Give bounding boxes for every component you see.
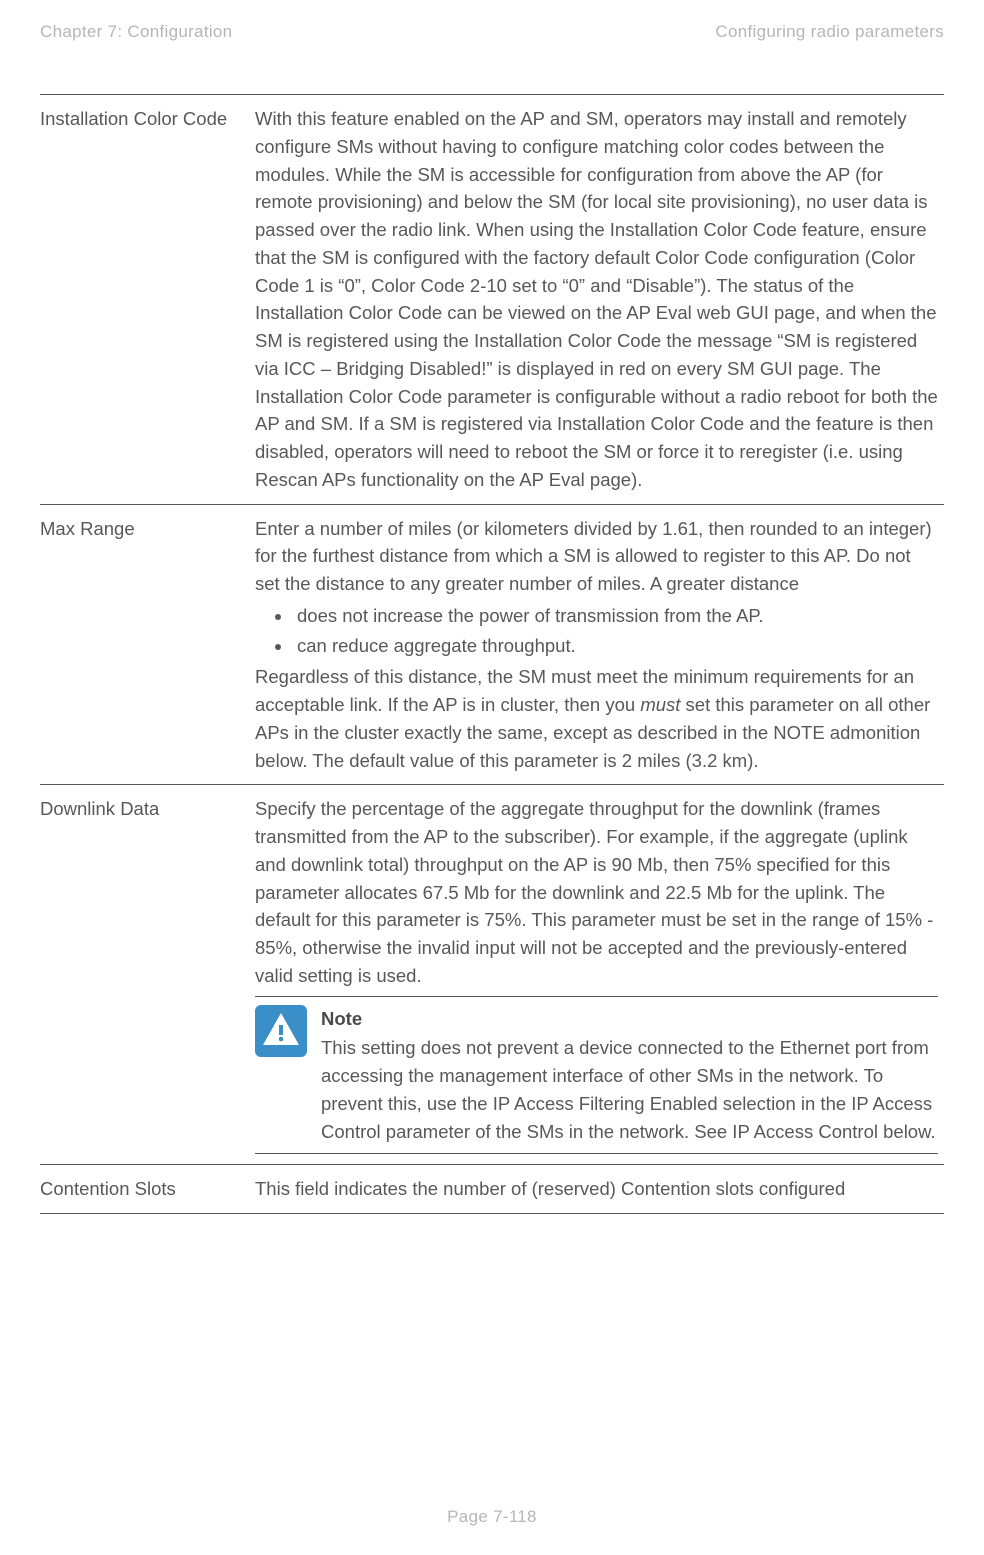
desc-installation-color-code: With this feature enabled on the AP and … [255,95,944,505]
desc-max-range: Enter a number of miles (or kilometers d… [255,504,944,785]
label-downlink-data: Downlink Data [40,785,255,1165]
max-range-bullets: does not increase the power of transmiss… [293,602,938,660]
desc-contention-slots: This field indicates the number of (rese… [255,1165,944,1214]
downlink-text: Specify the percentage of the aggregate … [255,795,938,989]
note-text: This setting does not prevent a device c… [321,1034,938,1145]
note-body: Note This setting does not prevent a dev… [321,1005,938,1146]
bullet-item: can reduce aggregate throughput. [293,632,938,660]
row-contention-slots: Contention Slots This field indicates th… [40,1165,944,1214]
row-installation-color-code: Installation Color Code With this featur… [40,95,944,505]
label-contention-slots: Contention Slots [40,1165,255,1214]
page-footer: Page 7-118 [0,1507,984,1527]
page: Chapter 7: Configuration Configuring rad… [0,0,984,1555]
label-installation-color-code: Installation Color Code [40,95,255,505]
note-title: Note [321,1005,938,1033]
max-range-after: Regardless of this distance, the SM must… [255,663,938,774]
parameter-table: Installation Color Code With this featur… [40,94,944,1214]
note-box: Note This setting does not prevent a dev… [255,996,938,1155]
note-icon [255,1005,307,1057]
bullet-item: does not increase the power of transmiss… [293,602,938,630]
text-italic: must [640,694,680,715]
max-range-intro: Enter a number of miles (or kilometers d… [255,515,938,598]
row-downlink-data: Downlink Data Specify the percentage of … [40,785,944,1165]
page-header: Chapter 7: Configuration Configuring rad… [40,22,944,42]
label-max-range: Max Range [40,504,255,785]
row-max-range: Max Range Enter a number of miles (or ki… [40,504,944,785]
header-right: Configuring radio parameters [715,22,944,42]
header-left: Chapter 7: Configuration [40,22,232,42]
desc-downlink-data: Specify the percentage of the aggregate … [255,785,944,1165]
